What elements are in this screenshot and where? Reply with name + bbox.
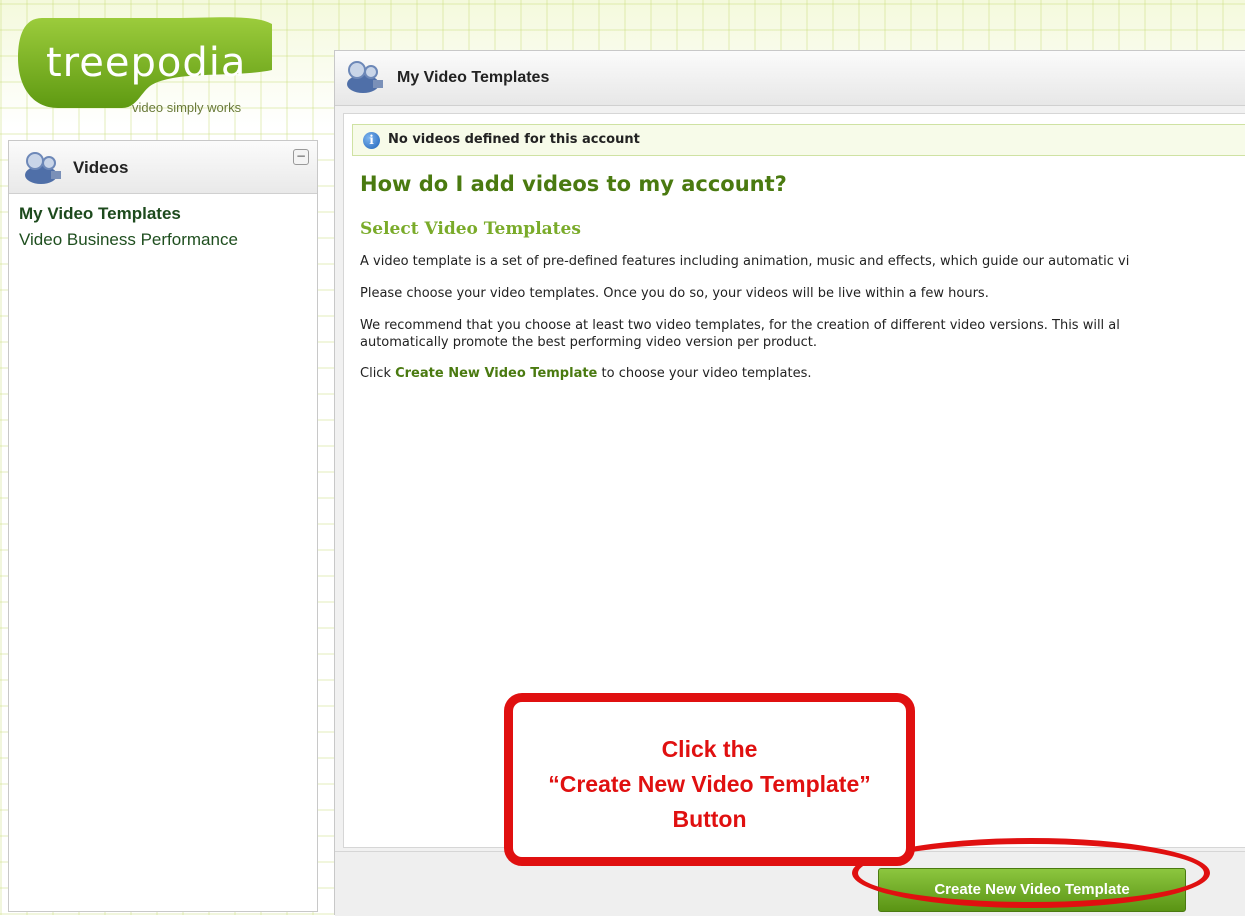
page-title: My Video Templates — [397, 69, 550, 86]
sidebar-item-my-video-templates[interactable]: My Video Templates — [19, 204, 181, 224]
logo-wordmark: treepodia — [46, 40, 247, 86]
notice-bar: i No videos defined for this account — [352, 124, 1245, 156]
main-header: My Video Templates — [335, 51, 1245, 106]
annotation-line-1: Click the — [661, 736, 758, 762]
sidebar-panel: Videos − My Video Templates Video Busine… — [8, 140, 318, 912]
notice-text: No videos defined for this account — [388, 132, 640, 147]
annotation-callout: Click the “Create New Video Template” Bu… — [504, 693, 915, 866]
treepodia-logo[interactable]: treepodia video simply works — [14, 8, 276, 120]
paragraph-4-suffix: to choose your video templates. — [597, 366, 812, 381]
sidebar-item-video-business-performance[interactable]: Video Business Performance — [19, 230, 238, 250]
create-template-link[interactable]: Create New Video Template — [395, 366, 597, 381]
logo-tagline: video simply works — [132, 100, 242, 115]
info-icon: i — [363, 132, 380, 149]
paragraph-4: Click Create New Video Template to choos… — [360, 366, 812, 381]
collapse-button[interactable]: − — [293, 149, 309, 165]
video-camera-icon — [25, 152, 61, 184]
paragraph-3-line-2: automatically promote the best performin… — [360, 335, 817, 350]
annotation-line-3: Button — [672, 806, 747, 832]
paragraph-1: A video template is a set of pre-defined… — [360, 254, 1130, 269]
sidebar-header: Videos − — [9, 141, 317, 194]
sidebar-title: Videos — [73, 158, 129, 177]
annotation-line-2: “Create New Video Template” — [548, 771, 871, 797]
video-camera-icon — [347, 61, 383, 93]
paragraph-3-line-1: We recommend that you choose at least tw… — [360, 318, 1120, 333]
paragraph-2: Please choose your video templates. Once… — [360, 286, 989, 301]
section-subheading: Select Video Templates — [360, 219, 581, 239]
help-heading: How do I add videos to my account? — [360, 172, 787, 196]
paragraph-4-prefix: Click — [360, 366, 396, 381]
